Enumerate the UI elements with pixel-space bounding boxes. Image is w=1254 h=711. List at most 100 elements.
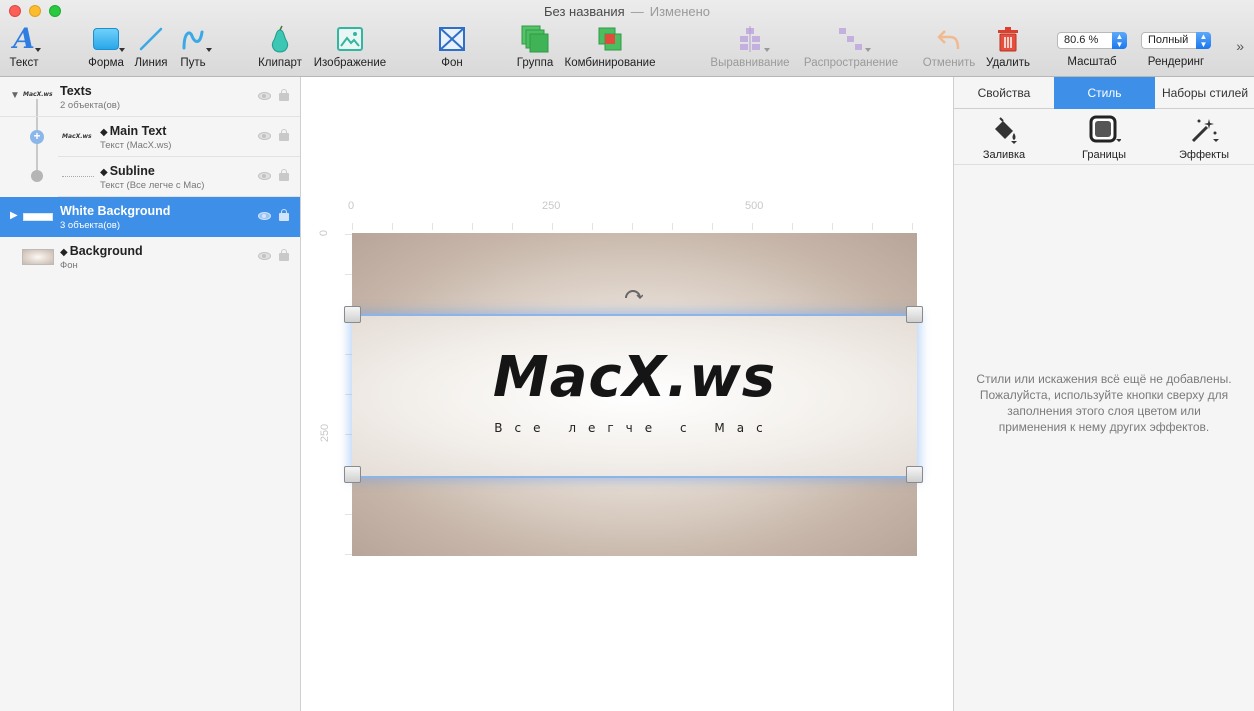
clipart-button[interactable]: Клипарт [256,24,304,69]
path-tool-button[interactable]: Путь [178,24,212,69]
fill-button[interactable]: Заливка [964,115,1044,161]
document-title: Без названия [543,4,625,19]
visibility-eye-icon[interactable] [258,212,271,220]
top-ruler-ticks [352,223,917,230]
tab-properties[interactable]: Свойства [954,77,1054,109]
render-stepper-icon[interactable]: ▲ ▼ [1196,32,1211,49]
render-value: Полный [1148,34,1189,46]
pear-icon [267,24,293,54]
layer-name: Background [69,244,143,258]
layer-thumbnail [22,249,54,265]
tab-style[interactable]: Стиль [1054,77,1155,109]
align-button[interactable]: Выравнивание [706,24,794,69]
ruler-left-label: 0 [318,229,331,237]
layer-row-background[interactable]: ◆ Background Фон [0,237,300,277]
layer-name-wrap: ◆ Main Text [100,124,166,138]
lock-icon[interactable] [279,169,289,181]
distribute-icon [837,24,871,54]
layer-subtitle: Текст (MacX.ws) [100,140,172,151]
tab-style-presets[interactable]: Наборы стилей [1155,77,1254,109]
shape-tool-icon [93,24,125,54]
lock-icon[interactable] [279,249,289,261]
ruler-top-label: 0 [348,200,355,212]
distribute-button[interactable]: Распространение [802,24,900,69]
background-button[interactable]: Фон [438,24,466,69]
left-ruler-ticks [345,234,352,556]
align-icon [736,24,770,54]
layer-subtitle: 3 объекта(ов) [60,220,121,231]
combine-label: Комбинирование [564,57,656,69]
window-toolbar: Без названия — Изменено A Текст Форма Лини… [0,0,1254,77]
ruler-top-label: 250 [542,200,561,212]
layer-thumbnail: MacX.ws [23,91,53,101]
text-tool-button[interactable]: A Текст [6,24,42,69]
layer-row-main-text[interactable]: MacX.ws ◆ Main Text Текст (MacX.ws) [58,117,300,157]
disclosure-triangle-icon[interactable]: ▼ [10,90,20,101]
render-select[interactable]: Полный ▲ ▼ [1141,32,1211,49]
image-label: Изображение [313,57,387,69]
layer-name: White Background [60,204,171,218]
undo-button[interactable]: Отменить [922,24,976,69]
layer-row-subline[interactable]: ◆ Subline Текст (Все легче с Mac) [58,157,300,197]
line-tool-icon [138,24,164,54]
resize-handle-top-left[interactable] [344,306,361,323]
document-status: Изменено [649,4,711,19]
image-icon [337,24,363,54]
canvas-area[interactable]: 0 250 500 0 250 MacX.ws Все легче с Mac [301,77,953,711]
shape-tool-button[interactable]: Форма [86,24,126,69]
line-tool-label: Линия [134,57,168,69]
combine-icon [597,24,623,54]
add-child-icon[interactable]: + [30,130,44,144]
ruler-top-label: 500 [745,200,764,212]
visibility-eye-icon[interactable] [258,172,271,180]
layer-thumbnail [62,176,94,178]
style-tools: Заливка Границы Эффекты [954,109,1254,165]
borders-button[interactable]: Границы [1064,115,1144,161]
empty-style-message: Стили или искажения всё ещё не добавлены… [976,372,1232,434]
line-tool-button[interactable]: Линия [132,24,170,69]
resize-handle-bottom-left[interactable] [344,466,361,483]
zoom-stepper-icon[interactable]: ▲ ▼ [1112,32,1127,49]
toolbar-overflow-chevron-icon[interactable]: » [1236,38,1244,54]
connector-end-dot [31,170,43,182]
render-label: Рендеринг [1147,56,1205,68]
magic-wand-icon [1191,119,1219,143]
zoom-label-wrap: Масштаб [1062,56,1122,68]
layer-name: Subline [109,164,155,178]
thumbnail-text: MacX.ws [62,133,92,140]
visibility-eye-icon[interactable] [258,92,271,100]
render-label-wrap: Рендеринг [1142,56,1210,68]
group-button[interactable]: Группа [515,24,555,69]
layer-subtitle: Фон [60,260,78,271]
inspector-panel: Свойства Стиль Наборы стилей Заливка Гра… [953,77,1254,711]
layer-row-texts[interactable]: ▼ MacX.ws Texts 2 объекта(ов) [0,77,300,117]
group-icon [521,24,549,54]
lock-icon[interactable] [279,129,289,141]
disclosure-triangle-icon[interactable]: ▶ [10,210,18,221]
layer-name: Texts [60,84,92,98]
image-button[interactable]: Изображение [311,24,389,69]
delete-label: Удалить [986,57,1030,69]
paint-bucket-icon [995,117,1017,144]
lock-icon[interactable] [279,89,289,101]
zoom-label: Масштаб [1067,56,1117,68]
delete-button[interactable]: Удалить [984,24,1032,69]
rotate-handle-icon[interactable] [623,287,643,299]
combine-button[interactable]: Комбинирование [562,24,658,69]
visibility-eye-icon[interactable] [258,132,271,140]
main-text-layer[interactable]: MacX.ws [352,345,917,410]
resize-handle-top-right[interactable] [906,306,923,323]
window-title: Без названия — Изменено [0,4,1254,19]
effects-button[interactable]: Эффекты [1164,115,1244,161]
lock-icon[interactable] [279,209,289,221]
resize-handle-bottom-right[interactable] [906,466,923,483]
layer-row-white-background[interactable]: ▶ White Background 3 объекта(ов) [0,197,300,237]
background-icon [439,24,465,54]
subline-text-layer[interactable]: Все легче с Mac [352,421,917,435]
layer-thumbnail [23,213,53,221]
zoom-combo[interactable]: 80.6 % ▲ ▼ [1057,32,1127,49]
title-separator: — [630,4,644,19]
group-label: Группа [516,57,554,69]
visibility-eye-icon[interactable] [258,252,271,260]
text-tool-label: Текст [9,57,39,69]
